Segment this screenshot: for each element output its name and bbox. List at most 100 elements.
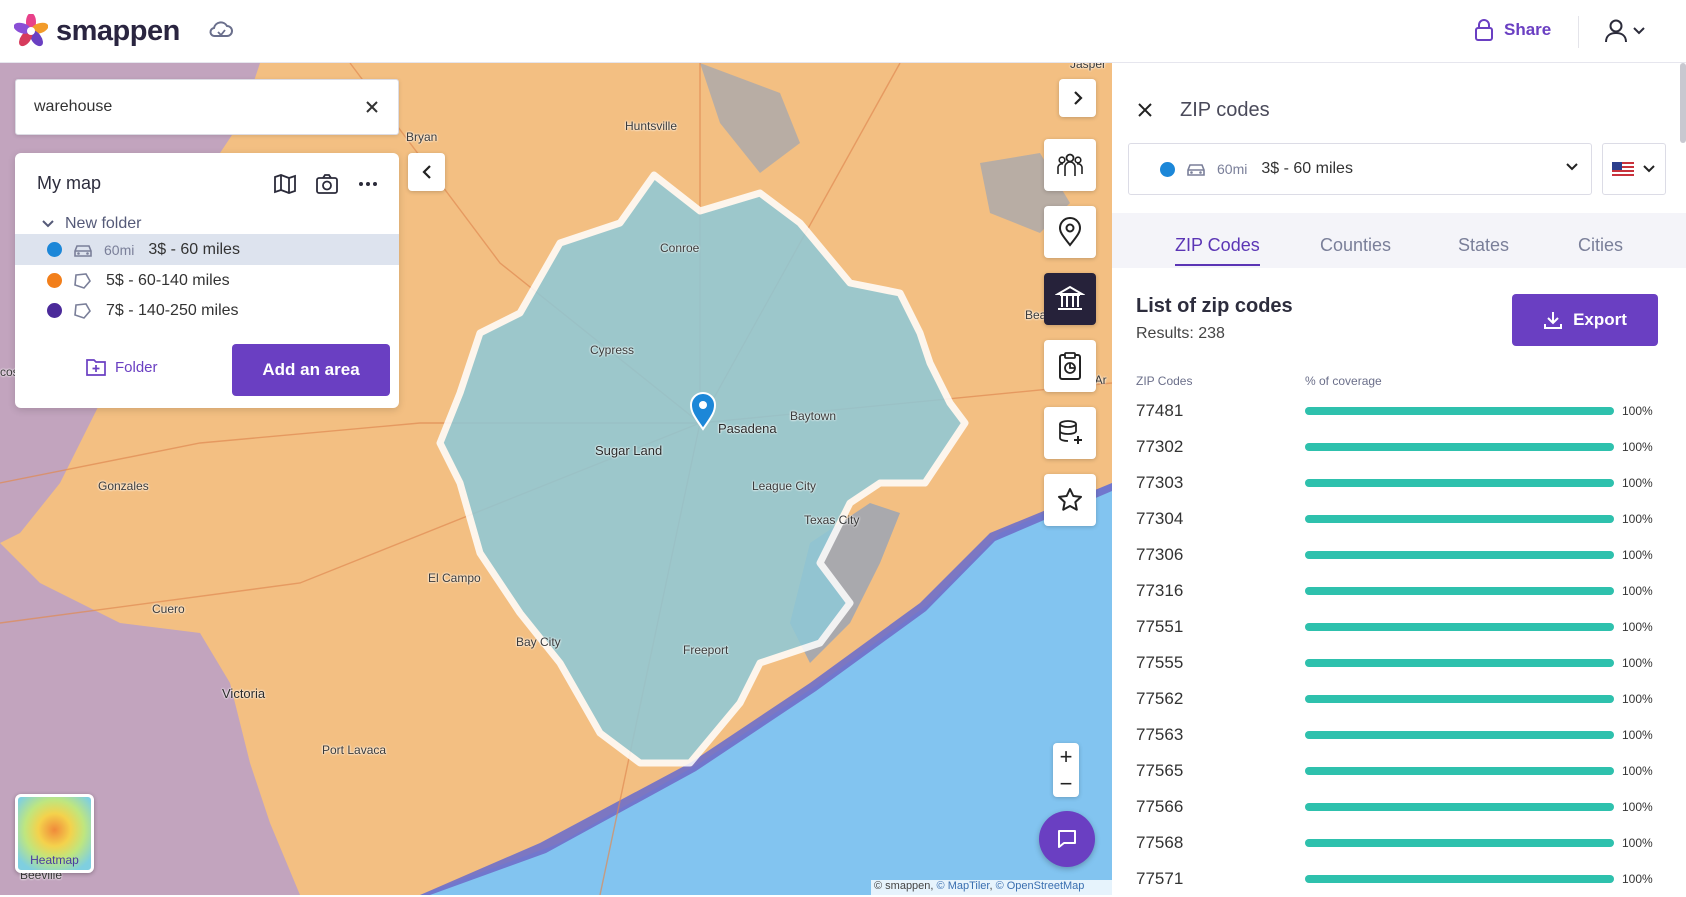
zip-code: 77566 [1136,797,1184,816]
area-row[interactable]: 60mi 3$ - 60 miles [15,234,399,265]
polygon-icon [74,272,91,289]
population-tool-button[interactable] [1044,139,1096,191]
share-button[interactable]: Share [1474,18,1551,42]
area-select[interactable]: 60mi 3$ - 60 miles [1128,143,1592,195]
map-label: Victoria [222,686,266,701]
area-name: 3$ - 60 miles [148,240,240,258]
download-icon [1544,312,1563,329]
chevron-down-icon [1633,27,1645,35]
scrollbar[interactable] [1680,63,1686,143]
table-row[interactable]: 77568 100% [1136,825,1676,861]
map-label: Pasadena [718,421,777,436]
map-label: Gonzales [98,479,149,493]
folder-plus-icon [86,359,106,376]
my-map-title: My map [37,173,102,193]
area-name: 7$ - 140-250 miles [106,301,239,319]
clear-search-icon[interactable] [364,99,380,115]
location-tool-button[interactable] [1044,206,1096,258]
table-row[interactable]: 77302 100% [1136,429,1676,465]
table-row[interactable]: 77566 100% [1136,789,1676,825]
coverage-percent: 100% [1622,656,1653,670]
panel-title: ZIP codes [1180,99,1270,121]
table-row[interactable]: 77565 100% [1136,753,1676,789]
area-name: 3$ - 60 miles [1261,160,1353,177]
table-row[interactable]: 77481 100% [1136,393,1676,429]
coverage-fill [1305,587,1614,595]
table-row[interactable]: 77563 100% [1136,717,1676,753]
report-icon [1059,352,1081,380]
area-name: 5$ - 60-140 miles [106,271,230,289]
coverage-bar [1305,623,1614,631]
coverage-fill [1305,407,1614,415]
close-icon[interactable] [1136,101,1154,119]
coverage-percent: 100% [1622,404,1653,418]
location-pin-icon [1058,217,1082,247]
map-icon[interactable] [273,173,297,195]
area-row[interactable]: 7$ - 140-250 miles [15,295,399,326]
export-button[interactable]: Export [1512,294,1658,346]
logo[interactable]: smappen [14,14,180,48]
zoom-out-button[interactable]: − [1053,770,1079,797]
chevron-down-icon [1643,165,1655,173]
top-bar: smappen Share [0,0,1686,63]
table-row[interactable]: 77555 100% [1136,645,1676,681]
table-row[interactable]: 77306 100% [1136,537,1676,573]
data-tool-button[interactable] [1044,407,1096,459]
area-distance: 60mi [1217,161,1248,177]
openstreetmap-link[interactable]: © OpenStreetMap [996,880,1085,892]
tab-cities[interactable]: Cities [1578,235,1623,264]
table-row[interactable]: 77551 100% [1136,609,1676,645]
country-select[interactable] [1602,143,1666,195]
report-tool-button[interactable] [1044,340,1096,392]
zip-code: 77568 [1136,833,1184,852]
map-label: Texas City [804,513,860,527]
coverage-percent: 100% [1622,836,1653,850]
heatmap-toggle[interactable]: Heatmap [15,794,94,873]
area-color-dot [47,303,62,318]
area-row[interactable]: 5$ - 60-140 miles [15,265,399,296]
folder-new-folder[interactable]: New folder [41,215,141,233]
maptiler-link[interactable]: © MapTiler [937,880,990,892]
zoom-control: + − [1053,743,1079,797]
map-label: El Campo [428,571,481,585]
zip-code: 77563 [1136,725,1184,744]
add-area-button[interactable]: Add an area [232,344,390,396]
coverage-fill [1305,551,1614,559]
collapse-panel-button[interactable] [408,153,445,191]
zoom-in-button[interactable]: + [1053,743,1079,770]
expand-panel-button[interactable] [1059,79,1096,117]
map-label: Huntsville [625,119,678,133]
table-row[interactable]: 77562 100% [1136,681,1676,717]
more-icon[interactable] [357,173,379,195]
coverage-fill [1305,659,1614,667]
search-input[interactable] [34,98,364,116]
tab-counties[interactable]: Counties [1320,235,1391,264]
table-row[interactable]: 77303 100% [1136,465,1676,501]
chat-button[interactable] [1039,811,1095,867]
coverage-fill [1305,731,1614,739]
coverage-fill [1305,839,1614,847]
star-icon [1058,488,1082,511]
zip-code: 77481 [1136,401,1184,420]
table-row[interactable]: 77316 100% [1136,573,1676,609]
search-box [15,79,399,135]
add-folder-button[interactable]: Folder [85,357,158,377]
camera-icon[interactable] [315,173,339,195]
map-label: Bryan [406,130,438,144]
flower-logo-icon [14,14,48,47]
coverage-percent: 100% [1622,584,1653,598]
tab-states[interactable]: States [1458,235,1509,264]
institution-tool-button[interactable] [1044,273,1096,325]
coverage-percent: 100% [1622,728,1653,742]
user-menu[interactable] [1604,18,1646,44]
coverage-percent: 100% [1622,548,1653,562]
map-label: Sugar Land [595,443,663,458]
coverage-bar [1305,587,1614,595]
tab-zip-codes[interactable]: ZIP Codes [1175,235,1260,266]
us-flag-icon [1612,161,1634,177]
table-row[interactable]: 77304 100% [1136,501,1676,537]
map-label: Jasper [1070,63,1107,71]
favorites-tool-button[interactable] [1044,474,1096,526]
table-row[interactable]: 77571 100% [1136,861,1676,897]
area-color-dot [47,273,62,288]
